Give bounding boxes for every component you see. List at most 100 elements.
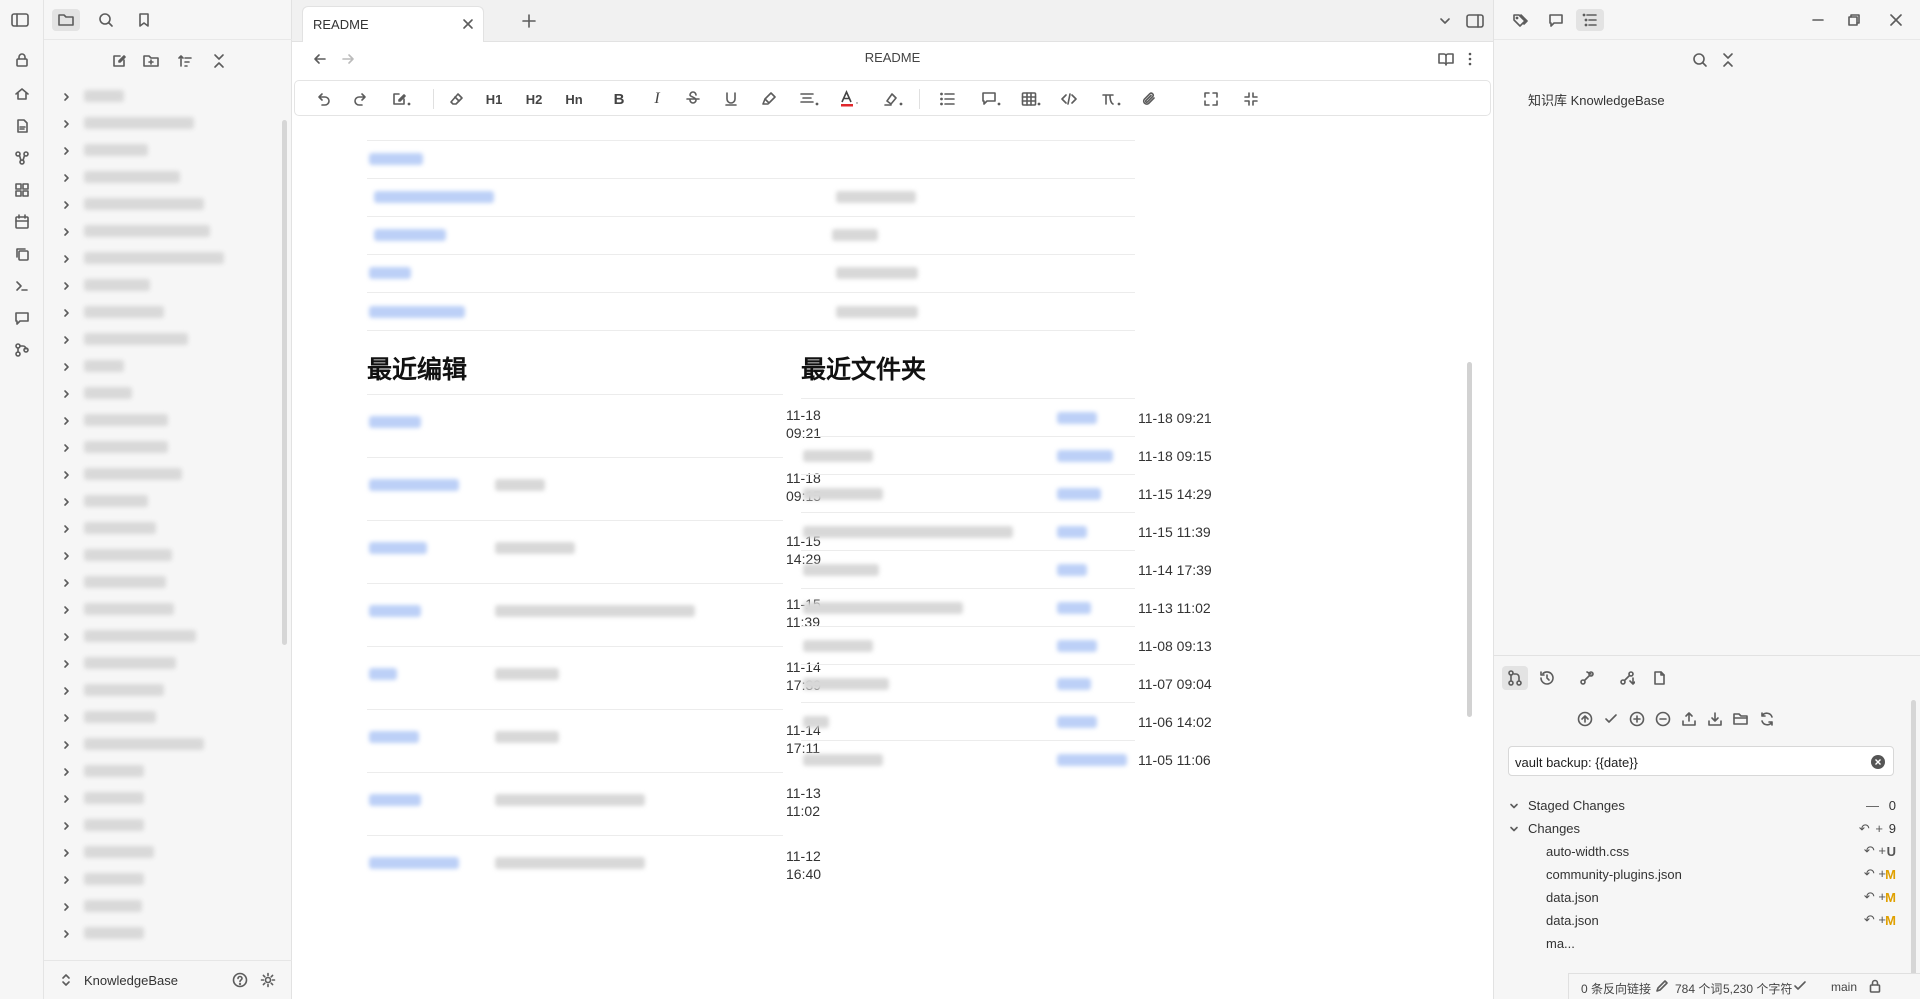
recent-edit-folder[interactable] [495, 794, 645, 806]
list-icon[interactable] [935, 87, 963, 111]
recent-edit-link[interactable] [369, 416, 421, 428]
folder-item[interactable] [44, 624, 280, 650]
recent-folder-name[interactable] [803, 564, 879, 576]
underline-icon[interactable] [719, 87, 743, 111]
git-push-icon[interactable] [1614, 666, 1640, 690]
unstage-all-icon[interactable] [1652, 708, 1674, 730]
eraser-icon[interactable] [445, 87, 469, 111]
folder-item[interactable] [44, 381, 280, 407]
terminal-icon[interactable] [12, 276, 32, 296]
discard-stage-icons[interactable]: ↶ + [1864, 866, 1886, 882]
sidebar-toggle-icon[interactable] [6, 9, 34, 31]
recent-edit-folder[interactable] [495, 731, 559, 743]
recent-folder-link[interactable] [1057, 754, 1127, 766]
download-icon[interactable] [1704, 708, 1726, 730]
changed-file-row[interactable]: ma... [1508, 932, 1908, 956]
new-folder-icon[interactable] [140, 50, 162, 72]
staged-changes-header[interactable]: Staged Changes — 0 [1508, 794, 1908, 818]
recent-folder-link[interactable] [1057, 526, 1087, 538]
folder-item[interactable] [44, 678, 280, 704]
changed-file-row[interactable]: auto-width.css ↶ + U [1508, 840, 1908, 864]
history-icon[interactable] [1534, 666, 1560, 690]
bold-button[interactable]: B [607, 87, 631, 111]
backlinks-count[interactable]: 0 条反向链接 [1581, 980, 1651, 997]
background-color-icon[interactable] [879, 87, 907, 111]
commit-message-field[interactable] [1508, 746, 1894, 776]
git-branch[interactable]: main [1831, 980, 1857, 994]
recent-folder-link[interactable] [1057, 412, 1097, 424]
folder-item[interactable] [44, 705, 280, 731]
search-icon[interactable] [92, 9, 120, 31]
comment-icon[interactable] [1542, 9, 1570, 31]
git-changes-icon[interactable] [1502, 666, 1528, 690]
recent-folder-link[interactable] [1057, 716, 1097, 728]
strikethrough-icon[interactable] [681, 87, 705, 111]
folder-item[interactable] [44, 786, 280, 812]
recent-edit-folder[interactable] [495, 479, 545, 491]
heading2-button[interactable]: H2 [521, 87, 547, 111]
recent-edit-link[interactable] [369, 794, 421, 806]
folder-item[interactable] [44, 192, 280, 218]
recent-edit-link[interactable] [369, 731, 419, 743]
recent-folder-link[interactable] [1057, 640, 1097, 652]
fullscreen-icon[interactable] [1199, 87, 1223, 111]
outline-icon[interactable] [1576, 9, 1604, 31]
folder-item[interactable] [44, 867, 280, 893]
recent-folder-name[interactable] [803, 640, 873, 652]
recent-edit-folder[interactable] [495, 668, 559, 680]
graph-icon[interactable] [12, 148, 32, 168]
recent-edit-link[interactable] [369, 668, 397, 680]
recent-edit-link[interactable] [369, 542, 427, 554]
commit-check-icon[interactable] [1600, 708, 1622, 730]
recent-folder-link[interactable] [1057, 678, 1091, 690]
grid-icon[interactable] [12, 180, 32, 200]
italic-button[interactable]: I [645, 87, 669, 111]
content-scrollbar[interactable] [1467, 362, 1472, 717]
folder-item[interactable] [44, 273, 280, 299]
exit-fullscreen-icon[interactable] [1239, 87, 1263, 111]
folder-item[interactable] [44, 651, 280, 677]
file-tree-scrollbar[interactable] [282, 120, 287, 645]
discard-stage-icons[interactable]: ↶ + [1859, 821, 1884, 837]
folder-item[interactable] [44, 516, 280, 542]
changed-file-row[interactable]: community-plugins.json ↶ + M [1508, 863, 1908, 887]
chat-icon[interactable] [12, 308, 32, 328]
settings-icon[interactable] [258, 970, 278, 990]
folder-item[interactable] [44, 246, 280, 272]
heading1-button[interactable]: H1 [481, 87, 507, 111]
folder-item[interactable] [44, 840, 280, 866]
recent-folder-name[interactable] [803, 450, 873, 462]
discard-stage-icons[interactable]: ↶ + [1864, 843, 1886, 859]
recent-edit-folder[interactable] [495, 605, 695, 617]
folder-item[interactable] [44, 732, 280, 758]
folder-item[interactable] [44, 300, 280, 326]
heading-n-button[interactable]: Hn [559, 87, 589, 111]
close-icon[interactable] [461, 17, 475, 31]
folder-item[interactable] [44, 597, 280, 623]
recent-edit-link[interactable] [369, 605, 421, 617]
folder-item[interactable] [44, 408, 280, 434]
attachment-icon[interactable] [1137, 87, 1161, 111]
recent-folder-link[interactable] [1057, 564, 1087, 576]
outline-collapse-icon[interactable] [1718, 50, 1738, 70]
git-pull-icon[interactable] [1574, 666, 1600, 690]
font-color-icon[interactable] [835, 87, 863, 111]
tags-icon[interactable] [1508, 9, 1536, 31]
new-note-icon[interactable] [108, 50, 130, 72]
folder-item[interactable] [44, 921, 280, 947]
restore-icon[interactable] [1844, 10, 1864, 30]
outline-heading[interactable]: 知识库 KnowledgeBase [1528, 90, 1665, 109]
highlight-icon[interactable] [757, 87, 781, 111]
more-options-icon[interactable] [1460, 49, 1480, 69]
changes-header[interactable]: Changes ↶ + 9 [1508, 817, 1908, 841]
folder-item[interactable] [44, 489, 280, 515]
recent-edit-link[interactable] [369, 857, 459, 869]
recent-folder-name[interactable] [803, 754, 883, 766]
folder-item[interactable] [44, 894, 280, 920]
copy-icon[interactable] [12, 244, 32, 264]
recent-folder-name[interactable] [803, 602, 963, 614]
upload-icon[interactable] [1678, 708, 1700, 730]
sort-icon[interactable] [174, 50, 196, 72]
folder-item[interactable] [44, 219, 280, 245]
edit-format-icon[interactable] [387, 87, 415, 111]
